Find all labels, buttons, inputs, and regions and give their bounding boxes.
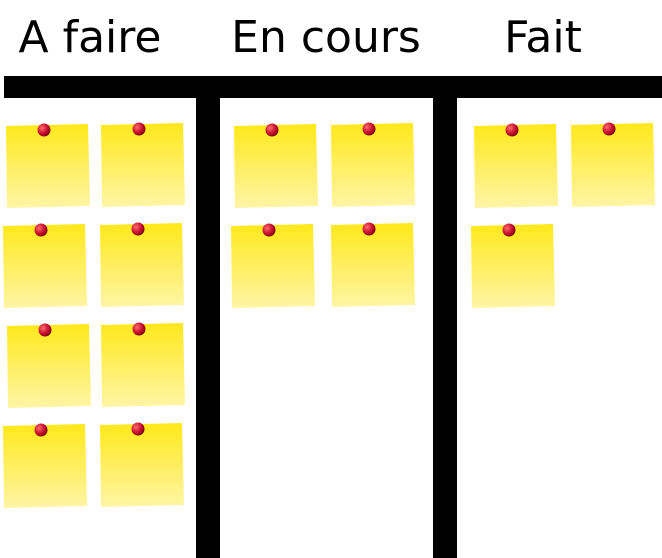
sticky-note-done[interactable] xyxy=(474,123,558,209)
push-pin-icon xyxy=(132,122,146,136)
push-pin-icon xyxy=(34,423,48,437)
sticky-note-paper xyxy=(471,224,555,308)
sticky-note-todo[interactable] xyxy=(100,422,184,508)
sticky-note-paper xyxy=(474,124,558,208)
push-pin-icon xyxy=(37,123,51,137)
push-pin-icon xyxy=(132,322,146,336)
sticky-note-todo[interactable] xyxy=(6,123,90,209)
push-pin-icon xyxy=(131,222,145,236)
column-divider-line-1 xyxy=(196,76,220,558)
push-pin-icon xyxy=(362,222,376,236)
sticky-note-paper xyxy=(7,324,91,408)
sticky-note-done[interactable] xyxy=(571,122,655,208)
sticky-note-todo[interactable] xyxy=(7,323,91,409)
sticky-note-paper xyxy=(231,224,315,308)
sticky-note-paper xyxy=(100,423,184,507)
sticky-note-in-progress[interactable] xyxy=(234,123,318,209)
sticky-note-paper xyxy=(234,124,318,208)
sticky-note-paper xyxy=(571,123,655,207)
sticky-note-todo[interactable] xyxy=(101,322,185,408)
push-pin-icon xyxy=(602,122,616,136)
push-pin-icon xyxy=(38,323,52,337)
push-pin-icon xyxy=(362,122,376,136)
sticky-note-paper xyxy=(331,123,415,207)
notes-layer xyxy=(3,122,655,509)
sticky-note-todo[interactable] xyxy=(3,423,87,509)
push-pin-icon xyxy=(131,422,145,436)
sticky-note-paper xyxy=(101,323,185,407)
column-title-in-progress: En cours xyxy=(231,12,421,63)
sticky-note-todo[interactable] xyxy=(3,223,87,309)
sticky-note-done[interactable] xyxy=(471,223,555,309)
push-pin-icon xyxy=(265,123,279,137)
header-divider-line xyxy=(4,76,662,98)
sticky-note-paper xyxy=(100,223,184,307)
sticky-note-todo[interactable] xyxy=(100,222,184,308)
sticky-note-paper xyxy=(331,223,415,307)
push-pin-icon xyxy=(505,123,519,137)
sticky-note-in-progress[interactable] xyxy=(331,122,415,208)
sticky-note-paper xyxy=(3,424,87,508)
push-pin-icon xyxy=(502,223,516,237)
kanban-board: A faire En cours Fait xyxy=(3,12,662,558)
sticky-note-todo[interactable] xyxy=(101,122,185,208)
push-pin-icon xyxy=(262,223,276,237)
sticky-note-paper xyxy=(101,123,185,207)
sticky-note-in-progress[interactable] xyxy=(331,222,415,308)
column-divider-line-2 xyxy=(433,76,457,558)
column-title-done: Fait xyxy=(504,12,582,63)
sticky-note-paper xyxy=(3,224,87,308)
sticky-note-in-progress[interactable] xyxy=(231,223,315,309)
push-pin-icon xyxy=(34,223,48,237)
sticky-note-paper xyxy=(6,124,90,208)
column-title-todo: A faire xyxy=(19,12,162,63)
